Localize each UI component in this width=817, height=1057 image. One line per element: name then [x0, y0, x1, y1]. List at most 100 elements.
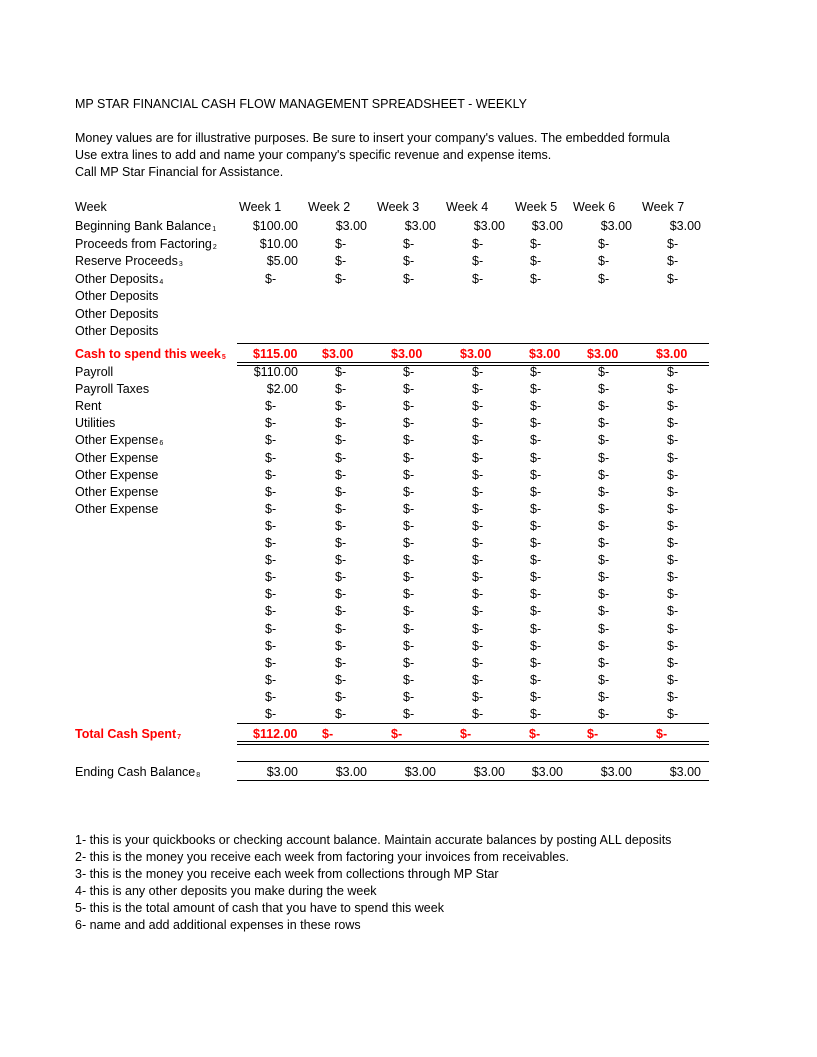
- ending-balance-week-7-cell[interactable]: $3.00: [641, 765, 701, 779]
- expense-row-12-week-2-cell[interactable]: $-: [335, 553, 346, 567]
- expense-row-10-week-3-cell[interactable]: $-: [403, 519, 414, 533]
- expense-row-21-week-2-cell[interactable]: $-: [335, 707, 346, 721]
- expense-row-14-week-5-cell[interactable]: $-: [530, 587, 541, 601]
- expense-row-13-week-3-cell[interactable]: $-: [403, 570, 414, 584]
- expense-row-7-week-7-cell[interactable]: $-: [667, 468, 678, 482]
- deposit-row-1-week-4-cell[interactable]: $3.00: [445, 219, 505, 233]
- expense-row-8-week-1-cell[interactable]: $-: [265, 485, 276, 499]
- expense-row-13-week-4-cell[interactable]: $-: [472, 570, 483, 584]
- expense-row-17-week-1-cell[interactable]: $-: [265, 639, 276, 653]
- ending-balance-week-5-cell[interactable]: $3.00: [503, 765, 563, 779]
- expense-row-9-week-1-cell[interactable]: $-: [265, 502, 276, 516]
- expense-row-4-week-4-cell[interactable]: $-: [472, 416, 483, 430]
- expense-row-6-week-6-cell[interactable]: $-: [598, 451, 609, 465]
- expense-row-13-week-6-cell[interactable]: $-: [598, 570, 609, 584]
- expense-row-21-week-6-cell[interactable]: $-: [598, 707, 609, 721]
- expense-row-19-week-3-cell[interactable]: $-: [403, 673, 414, 687]
- ending-balance-week-6-cell[interactable]: $3.00: [572, 765, 632, 779]
- expense-row-9-week-5-cell[interactable]: $-: [530, 502, 541, 516]
- cash-to-spend-week-5-cell[interactable]: $3.00: [529, 347, 560, 361]
- expense-row-16-week-6-cell[interactable]: $-: [598, 622, 609, 636]
- deposit-row-3-week-5-cell[interactable]: $-: [530, 254, 541, 268]
- expense-row-8-week-6-cell[interactable]: $-: [598, 485, 609, 499]
- expense-row-15-week-5-cell[interactable]: $-: [530, 604, 541, 618]
- expense-row-1-week-5-cell[interactable]: $-: [530, 365, 541, 379]
- expense-row-21-week-4-cell[interactable]: $-: [472, 707, 483, 721]
- expense-row-8-week-4-cell[interactable]: $-: [472, 485, 483, 499]
- expense-row-3-week-6-cell[interactable]: $-: [598, 399, 609, 413]
- expense-row-5-week-1-cell[interactable]: $-: [265, 433, 276, 447]
- expense-row-2-week-5-cell[interactable]: $-: [530, 382, 541, 396]
- expense-row-20-week-1-cell[interactable]: $-: [265, 690, 276, 704]
- deposit-row-3-week-3-cell[interactable]: $-: [403, 254, 414, 268]
- expense-row-1-week-3-cell[interactable]: $-: [403, 365, 414, 379]
- deposit-row-4-week-1-cell[interactable]: $-: [265, 272, 276, 286]
- expense-row-9-week-7-cell[interactable]: $-: [667, 502, 678, 516]
- expense-row-5-week-5-cell[interactable]: $-: [530, 433, 541, 447]
- expense-row-8-week-5-cell[interactable]: $-: [530, 485, 541, 499]
- deposit-row-1-week-1-cell[interactable]: $100.00: [238, 219, 298, 233]
- expense-row-14-week-7-cell[interactable]: $-: [667, 587, 678, 601]
- expense-row-2-week-1-cell[interactable]: $2.00: [238, 382, 298, 396]
- expense-row-21-week-7-cell[interactable]: $-: [667, 707, 678, 721]
- cash-to-spend-week-1-cell[interactable]: $115.00: [253, 347, 298, 361]
- expense-row-3-week-1-cell[interactable]: $-: [265, 399, 276, 413]
- expense-row-16-week-1-cell[interactable]: $-: [265, 622, 276, 636]
- expense-row-4-week-5-cell[interactable]: $-: [530, 416, 541, 430]
- expense-row-2-week-3-cell[interactable]: $-: [403, 382, 414, 396]
- deposit-row-3-week-1-cell[interactable]: $5.00: [238, 254, 298, 268]
- expense-row-17-week-5-cell[interactable]: $-: [530, 639, 541, 653]
- expense-row-15-week-4-cell[interactable]: $-: [472, 604, 483, 618]
- expense-row-4-week-2-cell[interactable]: $-: [335, 416, 346, 430]
- expense-row-5-week-6-cell[interactable]: $-: [598, 433, 609, 447]
- expense-row-6-week-2-cell[interactable]: $-: [335, 451, 346, 465]
- expense-row-15-week-2-cell[interactable]: $-: [335, 604, 346, 618]
- expense-row-15-week-3-cell[interactable]: $-: [403, 604, 414, 618]
- expense-row-3-week-2-cell[interactable]: $-: [335, 399, 346, 413]
- deposit-row-2-week-4-cell[interactable]: $-: [472, 237, 483, 251]
- expense-row-7-week-1-cell[interactable]: $-: [265, 468, 276, 482]
- expense-row-5-week-4-cell[interactable]: $-: [472, 433, 483, 447]
- expense-row-10-week-7-cell[interactable]: $-: [667, 519, 678, 533]
- expense-row-12-week-7-cell[interactable]: $-: [667, 553, 678, 567]
- deposit-row-2-week-3-cell[interactable]: $-: [403, 237, 414, 251]
- expense-row-15-week-1-cell[interactable]: $-: [265, 604, 276, 618]
- deposit-row-1-week-7-cell[interactable]: $3.00: [641, 219, 701, 233]
- expense-row-19-week-5-cell[interactable]: $-: [530, 673, 541, 687]
- cash-to-spend-week-4-cell[interactable]: $3.00: [460, 347, 491, 361]
- expense-row-8-week-7-cell[interactable]: $-: [667, 485, 678, 499]
- expense-row-14-week-2-cell[interactable]: $-: [335, 587, 346, 601]
- cash-to-spend-week-7-cell[interactable]: $3.00: [656, 347, 687, 361]
- expense-row-9-week-2-cell[interactable]: $-: [335, 502, 346, 516]
- expense-row-18-week-7-cell[interactable]: $-: [667, 656, 678, 670]
- expense-row-20-week-7-cell[interactable]: $-: [667, 690, 678, 704]
- expense-row-21-week-1-cell[interactable]: $-: [265, 707, 276, 721]
- total-cash-spent-week-4-cell[interactable]: $-: [460, 727, 471, 741]
- deposit-row-1-week-3-cell[interactable]: $3.00: [376, 219, 436, 233]
- expense-row-17-week-3-cell[interactable]: $-: [403, 639, 414, 653]
- total-cash-spent-week-2-cell[interactable]: $-: [322, 727, 333, 741]
- expense-row-21-week-5-cell[interactable]: $-: [530, 707, 541, 721]
- expense-row-1-week-1-cell[interactable]: $110.00: [238, 365, 298, 379]
- expense-row-16-week-2-cell[interactable]: $-: [335, 622, 346, 636]
- expense-row-17-week-2-cell[interactable]: $-: [335, 639, 346, 653]
- expense-row-14-week-4-cell[interactable]: $-: [472, 587, 483, 601]
- expense-row-6-week-5-cell[interactable]: $-: [530, 451, 541, 465]
- deposit-row-1-week-6-cell[interactable]: $3.00: [572, 219, 632, 233]
- expense-row-20-week-5-cell[interactable]: $-: [530, 690, 541, 704]
- deposit-row-4-week-4-cell[interactable]: $-: [472, 272, 483, 286]
- expense-row-20-week-4-cell[interactable]: $-: [472, 690, 483, 704]
- expense-row-11-week-7-cell[interactable]: $-: [667, 536, 678, 550]
- deposit-row-4-week-2-cell[interactable]: $-: [335, 272, 346, 286]
- expense-row-18-week-6-cell[interactable]: $-: [598, 656, 609, 670]
- total-cash-spent-week-3-cell[interactable]: $-: [391, 727, 402, 741]
- expense-row-6-week-7-cell[interactable]: $-: [667, 451, 678, 465]
- deposit-row-4-week-5-cell[interactable]: $-: [530, 272, 541, 286]
- cash-to-spend-week-6-cell[interactable]: $3.00: [587, 347, 618, 361]
- expense-row-11-week-5-cell[interactable]: $-: [530, 536, 541, 550]
- expense-row-7-week-3-cell[interactable]: $-: [403, 468, 414, 482]
- deposit-row-3-week-7-cell[interactable]: $-: [667, 254, 678, 268]
- deposit-row-4-week-6-cell[interactable]: $-: [598, 272, 609, 286]
- expense-row-16-week-5-cell[interactable]: $-: [530, 622, 541, 636]
- expense-row-14-week-6-cell[interactable]: $-: [598, 587, 609, 601]
